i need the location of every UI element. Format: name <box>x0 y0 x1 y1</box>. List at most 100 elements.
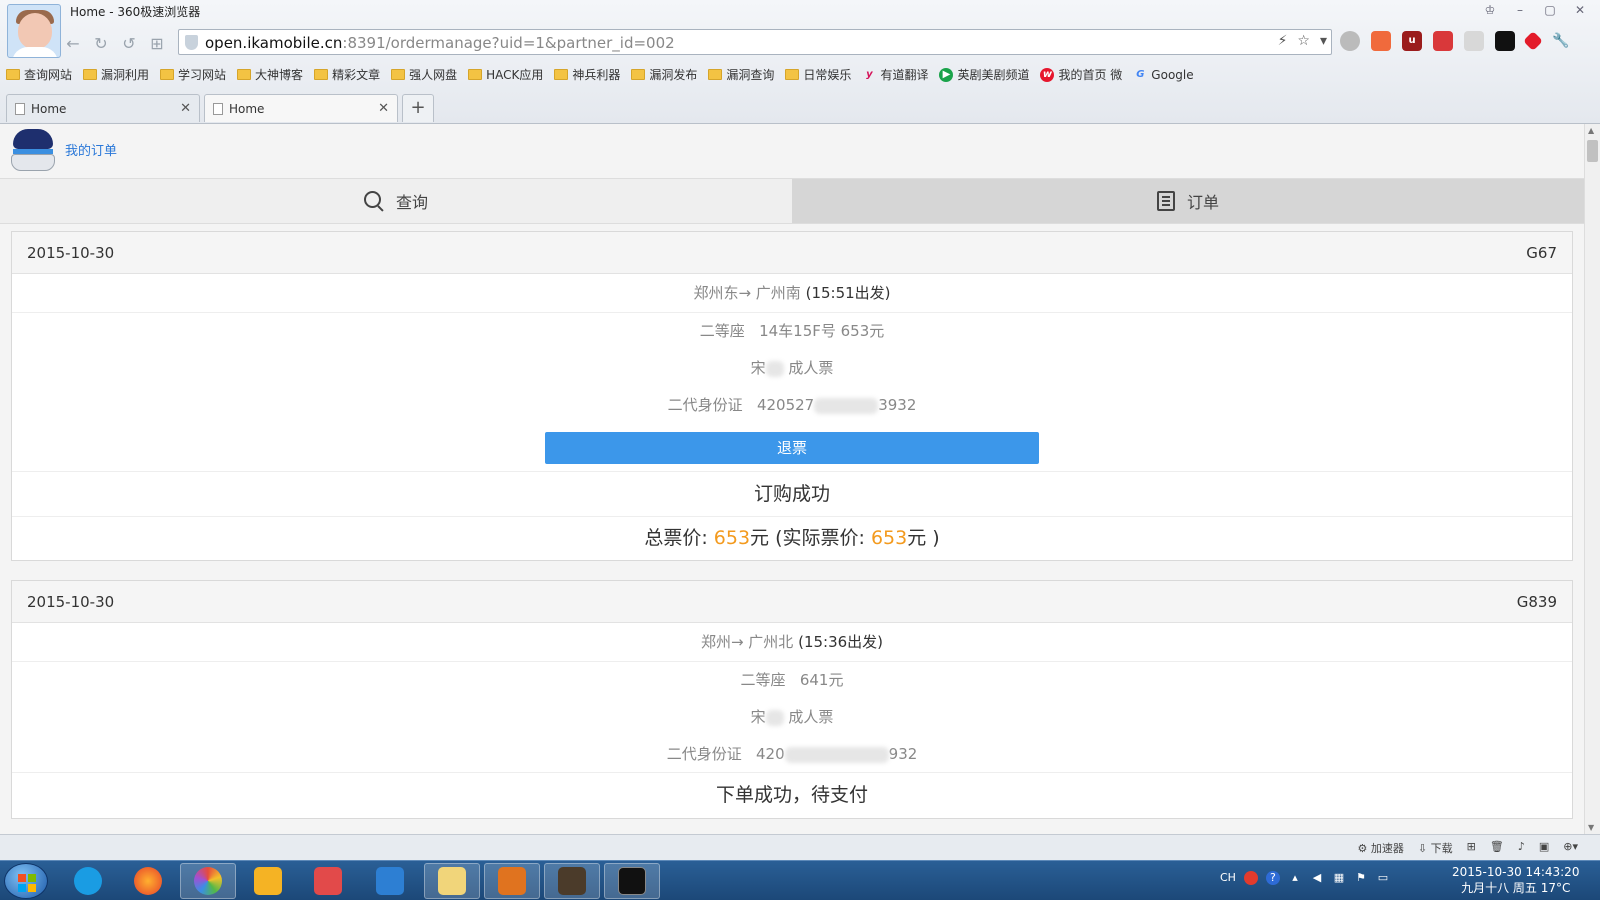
dropdown-chevron-icon[interactable]: ▾ <box>1320 33 1327 49</box>
extension-red-icon[interactable] <box>1433 31 1453 51</box>
page-icon <box>213 102 223 115</box>
redacted-mask <box>784 746 889 763</box>
bookmark-item[interactable]: 漏洞利用 <box>83 66 149 83</box>
my-orders-link[interactable]: 我的订单 <box>65 140 117 159</box>
bookmark-item[interactable]: w 我的首页 微 <box>1040 66 1122 83</box>
sound-icon[interactable]: ♪ <box>1518 840 1525 856</box>
wrench-icon[interactable]: 🔧 <box>1551 31 1571 51</box>
bookmark-item[interactable]: 漏洞查询 <box>708 66 774 83</box>
app-orange-icon <box>498 867 526 895</box>
window-icon[interactable]: ▣ <box>1539 840 1549 856</box>
lang-indicator[interactable]: CH <box>1220 871 1236 885</box>
folder-icon <box>237 69 252 80</box>
zoom-icon[interactable]: ⊕▾ <box>1563 840 1578 856</box>
accelerator-button[interactable]: ⚙ 加速器 <box>1358 840 1404 856</box>
price-summary: 总票价: 653元 (实际票价: 653元 ) <box>644 527 940 549</box>
ie-app[interactable] <box>60 863 116 899</box>
url-text[interactable]: open.ikamobile.cn:8391/ordermanage?uid=1… <box>205 34 675 52</box>
bookmark-item[interactable]: G Google <box>1133 66 1193 83</box>
ublock-icon[interactable]: u <box>1402 31 1422 51</box>
refund-button[interactable]: 退票 <box>545 431 1039 464</box>
bookmark-item[interactable]: 大神博客 <box>237 66 303 83</box>
new-tab-button[interactable]: + <box>402 94 434 122</box>
firefox-app[interactable] <box>120 863 176 899</box>
bookmark-item[interactable]: 强人网盘 <box>391 66 457 83</box>
explorer-app[interactable] <box>424 863 480 899</box>
total-price: 653 <box>713 527 751 549</box>
page-scrollbar[interactable]: ▲ ▼ <box>1584 124 1600 834</box>
sogou-icon[interactable] <box>1243 871 1258 885</box>
cmd-app[interactable] <box>604 863 660 899</box>
tab-home-1[interactable]: Home ✕ <box>6 94 200 122</box>
reload-icon[interactable]: ↻ <box>90 33 112 55</box>
user-avatar[interactable] <box>7 4 61 58</box>
bookmark-item[interactable]: HACK应用 <box>468 66 543 83</box>
system-clock[interactable]: 2015-10-30 14:43:20 九月十八 周五 17°C <box>1452 864 1579 896</box>
tray-arrow-icon[interactable]: ▴ <box>1288 871 1302 885</box>
window-title: Home - 360极速浏览器 <box>70 5 201 19</box>
page-tabbar: 查询 订单 <box>0 178 1584 224</box>
order-header: 2015-10-30 G67 <box>12 232 1572 274</box>
close-window-button[interactable]: ✕ <box>1570 2 1590 18</box>
page-icon <box>15 102 25 115</box>
ticket-type: 成人票 <box>788 359 834 377</box>
bookmark-item[interactable]: 日常娱乐 <box>785 66 851 83</box>
skin-icon[interactable]: ♔ <box>1480 2 1500 18</box>
actual-price: 653 <box>870 527 908 549</box>
apps-grid-icon[interactable]: ⊞ <box>146 33 168 55</box>
site-header: 我的订单 <box>0 124 1584 178</box>
bookmark-item[interactable]: y 有道翻译 <box>862 66 928 83</box>
bookmark-item[interactable]: 神兵利器 <box>554 66 620 83</box>
system-tray: CH ? ▴ ◀ ▦ ⚑ ▭ <box>1220 871 1390 885</box>
start-button[interactable] <box>4 863 48 899</box>
weibo-icon: w <box>1040 67 1055 82</box>
tab-orders[interactable]: 订单 <box>792 179 1584 223</box>
app-tile[interactable] <box>240 863 296 899</box>
bookmark-star-icon[interactable]: ☆ <box>1297 33 1310 49</box>
seat-detail: 641元 <box>799 671 844 689</box>
extension-orange-icon[interactable] <box>1371 31 1391 51</box>
display-icon[interactable]: ▭ <box>1376 871 1390 885</box>
flag-icon[interactable]: ⚑ <box>1354 871 1368 885</box>
close-tab-icon[interactable]: ✕ <box>378 101 389 116</box>
extension-dark-icon[interactable] <box>1495 31 1515 51</box>
folder-icon <box>631 69 646 80</box>
volume-icon[interactable]: ◀ <box>1310 871 1324 885</box>
extension-cloud-icon[interactable] <box>1464 31 1484 51</box>
extension-diamond-icon[interactable] <box>1523 31 1543 51</box>
bookmark-item[interactable]: 漏洞发布 <box>631 66 697 83</box>
back-icon[interactable]: ← <box>62 33 84 55</box>
scroll-up-icon[interactable]: ▲ <box>1588 126 1594 135</box>
passenger-row: 宋 成人票 <box>12 699 1572 736</box>
lightning-icon[interactable]: ⚡ <box>1278 33 1288 49</box>
minimize-button[interactable]: – <box>1510 2 1530 18</box>
browser-360-icon <box>194 867 222 895</box>
trash-icon[interactable]: 🗑 <box>1490 840 1504 856</box>
app-tile[interactable] <box>484 863 540 899</box>
app-tile[interactable] <box>362 863 418 899</box>
folder-icon <box>708 69 723 80</box>
address-bar[interactable]: open.ikamobile.cn:8391/ordermanage?uid=1… <box>178 29 1332 55</box>
extension-circle-icon[interactable] <box>1340 31 1360 51</box>
screenshot-icon[interactable]: ⊞ <box>1467 840 1476 856</box>
tab-home-2[interactable]: Home ✕ <box>204 94 398 122</box>
scroll-thumb[interactable] <box>1587 140 1598 162</box>
tab-query[interactable]: 查询 <box>0 179 792 223</box>
help-icon[interactable]: ? <box>1265 871 1280 885</box>
app-tile[interactable] <box>544 863 600 899</box>
folder-icon <box>83 69 98 80</box>
bookmark-item[interactable]: 查询网站 <box>6 66 72 83</box>
passenger-name: 宋 <box>750 708 766 726</box>
bookmark-item[interactable]: ▶ 英剧美剧频道 <box>939 66 1029 83</box>
maximize-button[interactable]: ▢ <box>1540 2 1560 18</box>
close-tab-icon[interactable]: ✕ <box>180 101 191 116</box>
app-tile[interactable] <box>300 863 356 899</box>
undo-close-icon[interactable]: ↺ <box>118 33 140 55</box>
browser-360-app[interactable] <box>180 863 236 899</box>
download-button[interactable]: ⇩ 下载 <box>1418 840 1453 856</box>
bookmark-item[interactable]: 精彩文章 <box>314 66 380 83</box>
bookmark-item[interactable]: 学习网站 <box>160 66 226 83</box>
network-icon[interactable]: ▦ <box>1332 871 1346 885</box>
seat-row: 二等座 641元 <box>12 662 1572 699</box>
scroll-down-icon[interactable]: ▼ <box>1588 823 1594 832</box>
